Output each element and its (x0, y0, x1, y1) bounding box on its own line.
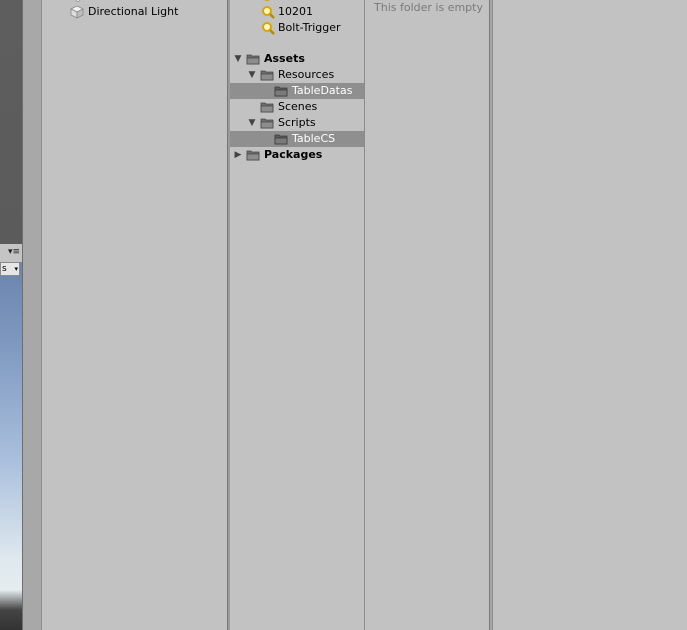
saved-search-item-bolt-trigger[interactable]: Bolt-Trigger (230, 20, 364, 36)
folder-contents-panel[interactable]: This folder is empty (365, 0, 489, 630)
folder-icon (274, 134, 288, 145)
saved-search-label: 10201 (278, 5, 313, 18)
panel-menu-icon[interactable]: ▾≡ (2, 246, 20, 258)
panel-splitter[interactable] (22, 0, 42, 630)
dropdown-label: s (2, 264, 7, 274)
tree-item-tablecs[interactable]: TableCS (230, 131, 364, 147)
tree-item-label: Assets (264, 52, 305, 65)
tree-item-label: Packages (264, 148, 323, 161)
empty-folder-message: This folder is empty (374, 1, 483, 14)
folder-icon (246, 150, 260, 161)
cube-icon (70, 5, 84, 19)
tree-item-packages[interactable]: ▶ Packages (230, 147, 364, 163)
folder-icon (246, 54, 260, 65)
project-folder-tree: 10201 Bolt-Trigger ▼ Assets ▼ Resources … (230, 0, 365, 630)
saved-search-label: Bolt-Trigger (278, 21, 341, 34)
inspector-panel (493, 0, 687, 630)
hierarchy-item-directional-light[interactable]: Directional Light (70, 4, 178, 20)
tree-item-scripts[interactable]: ▼ Scripts (230, 115, 364, 131)
tree-item-tabledatas[interactable]: TableDatas (230, 83, 364, 99)
folder-icon (260, 70, 274, 81)
tree-item-label: Scenes (278, 100, 318, 113)
tree-item-resources[interactable]: ▼ Resources (230, 67, 364, 83)
folder-icon (260, 118, 274, 129)
chevron-down-icon: ▾ (14, 265, 18, 273)
expand-arrow-icon[interactable]: ▼ (247, 67, 257, 83)
tree-item-label: TableCS (292, 132, 336, 145)
search-filter-icon (262, 22, 275, 35)
tree-item-scenes[interactable]: Scenes (230, 99, 364, 115)
hierarchy-item-label: Directional Light (88, 5, 179, 18)
tree-item-label: TableDatas (292, 84, 353, 97)
scene-viewport[interactable]: ▾≡ s ▾ (0, 0, 22, 630)
search-filter-icon (262, 6, 275, 19)
tree-item-assets[interactable]: ▼ Assets (230, 51, 364, 67)
shading-mode-dropdown[interactable]: s ▾ (0, 262, 20, 276)
hierarchy-panel: Directional Light (42, 0, 227, 630)
tree-item-label: Scripts (278, 116, 316, 129)
expand-arrow-icon[interactable]: ▶ (233, 147, 243, 163)
folder-icon (260, 102, 274, 113)
tree-item-label: Resources (278, 68, 335, 81)
expand-arrow-icon[interactable]: ▼ (247, 115, 257, 131)
partial-cube-icon (72, 0, 84, 3)
expand-arrow-icon[interactable]: ▼ (233, 51, 243, 67)
saved-search-item-10201[interactable]: 10201 (230, 4, 364, 20)
folder-icon (274, 86, 288, 97)
